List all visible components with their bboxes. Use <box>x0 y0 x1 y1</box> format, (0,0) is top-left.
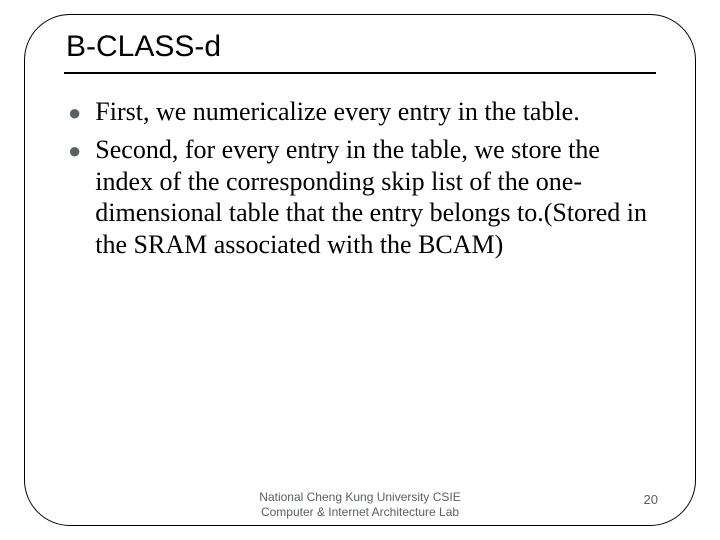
bullet-text: First, we numericalize every entry in th… <box>95 96 660 128</box>
bullet-icon: ● <box>68 96 81 130</box>
bullet-text: Second, for every entry in the table, we… <box>95 134 660 261</box>
page-number: 20 <box>644 492 658 507</box>
slide-body: ● First, we numericalize every entry in … <box>66 96 660 265</box>
slide: B-CLASS-d ● First, we numericalize every… <box>0 0 720 540</box>
slide-title: B-CLASS-d <box>66 30 654 70</box>
list-item: ● First, we numericalize every entry in … <box>66 96 660 130</box>
bullet-icon: ● <box>68 134 81 168</box>
slide-footer: National Cheng Kung University CSIE Comp… <box>0 490 720 522</box>
footer-org: National Cheng Kung University CSIE Comp… <box>0 490 720 520</box>
footer-org-line2: Computer & Internet Architecture Lab <box>0 505 720 520</box>
title-underline <box>64 72 656 74</box>
slide-border <box>24 14 696 526</box>
footer-org-line1: National Cheng Kung University CSIE <box>0 490 720 505</box>
list-item: ● Second, for every entry in the table, … <box>66 134 660 261</box>
